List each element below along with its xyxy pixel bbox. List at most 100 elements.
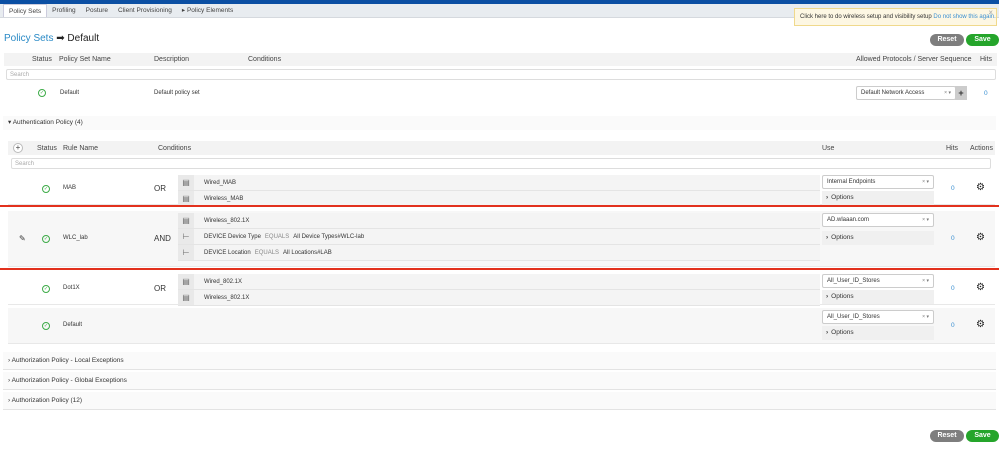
rule-name[interactable]: MAB — [63, 185, 76, 191]
options-label: Options — [831, 194, 854, 201]
condition-operator: OR — [154, 283, 166, 293]
condition-text: DEVICE Device Type — [204, 233, 261, 240]
wireless-setup-banner[interactable]: Click here to do wireless setup and visi… — [794, 8, 997, 26]
reset-button-bottom[interactable]: Reset — [930, 430, 964, 442]
authentication-policy-toggle[interactable]: ▾ Authentication Policy (4) — [3, 116, 996, 130]
condition-operator: EQUALS — [254, 249, 280, 256]
section-title: Authorization Policy (12) — [11, 397, 83, 404]
rule-hits[interactable]: 0 — [951, 322, 955, 329]
section-authorization-policy[interactable]: › Authorization Policy (12) — [3, 392, 996, 410]
options-toggle[interactable]: › Options — [822, 231, 934, 245]
status-ok-icon: ✓ — [42, 284, 50, 293]
policy-set-hits[interactable]: 0 — [984, 90, 988, 97]
condition-text: Wireless_802.1X — [204, 294, 250, 301]
options-label: Options — [831, 329, 854, 336]
gear-icon[interactable]: ⚙ — [976, 182, 985, 193]
clear-dropdown-icon[interactable]: × ▾ — [922, 311, 929, 323]
highlight-line-bottom — [0, 268, 999, 270]
condition-line[interactable]: ⊢ DEVICE Location EQUALS All Locations#LAB — [178, 245, 820, 261]
identity-source-select[interactable]: All_User_ID_Stores × ▾ — [822, 310, 934, 324]
policy-set-name[interactable]: Default — [60, 90, 79, 96]
clear-dropdown-icon[interactable]: × ▾ — [944, 87, 951, 99]
condition-line[interactable]: ▤ Wired_MAB — [178, 175, 820, 191]
clear-dropdown-icon[interactable]: × ▾ — [922, 214, 929, 226]
condition-operator: OR — [154, 184, 166, 193]
tab-client-provisioning[interactable]: Client Provisioning — [113, 4, 177, 17]
rule-hits[interactable]: 0 — [951, 285, 955, 292]
header-status: Status — [37, 145, 57, 152]
authentication-policy-title: Authentication Policy (4) — [12, 119, 83, 126]
status-ok-icon: ✓ — [42, 185, 50, 193]
library-condition-icon: ▤ — [178, 274, 194, 289]
allowed-protocols-select[interactable]: Default Network Access × ▾ — [856, 86, 956, 100]
do-not-show-link[interactable]: Do not show this again. — [933, 14, 995, 20]
chevron-right-icon: › — [826, 234, 829, 241]
identity-source-value: All_User_ID_Stores — [827, 278, 880, 284]
library-condition-icon: ▤ — [178, 175, 194, 190]
condition-text: Wired_MAB — [204, 179, 237, 186]
rule-row[interactable]: ✓ Dot1X OR ▤ Wired_802.1X ▤ Wireless_802.1X All… — [8, 272, 995, 306]
condition-line[interactable]: ⊢ DEVICE Device Type EQUALS All Device Type… — [178, 229, 820, 245]
rule-row[interactable]: ✓ MAB OR ▤ Wired_MAB ▤ Wireless_MAB Internal En… — [8, 173, 995, 207]
identity-source-select[interactable]: Internal Endpoints × ▾ — [822, 175, 934, 189]
condition-text: DEVICE Location — [204, 249, 251, 256]
close-icon[interactable]: × — [988, 5, 993, 21]
options-toggle[interactable]: › Options — [822, 290, 934, 304]
options-toggle[interactable]: › Options — [822, 191, 934, 205]
condition-line[interactable]: ▤ Wireless_802.1X — [178, 213, 820, 229]
save-button-bottom[interactable]: Save — [966, 430, 999, 442]
save-button[interactable]: Save — [966, 34, 999, 46]
tab-profiling[interactable]: Profiling — [47, 4, 80, 17]
identity-source-select[interactable]: AD.wlaaan.com × ▾ — [822, 213, 934, 227]
section-authorization-global-exceptions[interactable]: › Authorization Policy - Global Exceptio… — [3, 372, 996, 390]
attribute-condition-icon: ⊢ — [178, 229, 194, 244]
rule-hits[interactable]: 0 — [951, 185, 955, 192]
gear-icon[interactable]: ⚙ — [976, 282, 985, 293]
header-actions: Actions — [970, 145, 993, 152]
rule-row[interactable]: ✓ Default All_User_ID_Stores × ▾ › Options 0 ⚙ — [8, 308, 995, 344]
status-ok-icon: ✓ — [42, 235, 50, 243]
page-title: Policy Sets ➡ Default — [4, 33, 99, 44]
header-rule-name: Rule Name — [63, 145, 99, 152]
policy-set-search-input[interactable]: Search — [6, 69, 996, 80]
gear-icon[interactable]: ⚙ — [976, 232, 985, 243]
policy-set-table-header: Status Policy Set Name Description Condi… — [4, 53, 997, 66]
conditions-box: ▤ Wired_MAB ▤ Wireless_MAB — [178, 175, 820, 207]
condition-line[interactable]: ▤ Wired_802.1X — [178, 274, 820, 290]
rule-search-input[interactable]: Search — [11, 158, 991, 169]
conditions-box: ▤ Wired_802.1X ▤ Wireless_802.1X — [178, 274, 820, 306]
header-conditions: Conditions — [248, 56, 282, 63]
clear-dropdown-icon[interactable]: × ▾ — [922, 275, 929, 287]
rule-hits[interactable]: 0 — [951, 235, 955, 242]
tab-policy-elements[interactable]: ▸ Policy Elements — [177, 4, 238, 17]
condition-text: Wireless_MAB — [204, 195, 244, 202]
gear-icon[interactable]: ⚙ — [976, 319, 985, 330]
section-authorization-local-exceptions[interactable]: › Authorization Policy - Local Exception… — [3, 352, 996, 370]
tab-posture[interactable]: Posture — [81, 4, 113, 17]
add-server-sequence-button[interactable]: + — [955, 86, 967, 100]
reset-button[interactable]: Reset — [930, 34, 964, 46]
section-title: Authorization Policy - Global Exceptions — [11, 377, 127, 384]
chevron-right-icon: › — [8, 377, 11, 384]
header-use: Use — [822, 145, 835, 152]
chevron-right-icon: › — [8, 357, 11, 364]
rule-name[interactable]: Dot1X — [63, 285, 80, 291]
breadcrumb-policy-sets[interactable]: Policy Sets — [4, 33, 53, 44]
policy-set-row[interactable]: ✓ Default Default policy set Default Net… — [4, 83, 997, 105]
identity-source-value: AD.wlaaan.com — [827, 217, 870, 223]
rule-name[interactable]: WLC_lab — [63, 235, 88, 241]
library-condition-icon: ▤ — [178, 191, 194, 206]
highlight-line-top — [0, 205, 999, 207]
banner-text[interactable]: Click here to do wireless setup and visi… — [800, 14, 932, 20]
identity-source-select[interactable]: All_User_ID_Stores × ▾ — [822, 274, 934, 288]
chevron-right-icon: › — [826, 194, 829, 201]
condition-text: All Device Types#WLC-lab — [293, 233, 365, 240]
clear-dropdown-icon[interactable]: × ▾ — [922, 176, 929, 188]
rule-name[interactable]: Default — [63, 322, 82, 328]
options-toggle[interactable]: › Options — [822, 326, 934, 340]
rule-row[interactable]: ✎ ✓ WLC_lab AND ▤ Wireless_802.1X ⊢ DEVICE Devi… — [8, 211, 995, 267]
edit-pencil-icon[interactable]: ✎ — [19, 234, 26, 243]
add-rule-button[interactable]: + — [13, 143, 23, 153]
tab-policy-sets[interactable]: Policy Sets — [3, 4, 48, 17]
condition-line[interactable]: ▤ Wireless_802.1X — [178, 290, 820, 306]
